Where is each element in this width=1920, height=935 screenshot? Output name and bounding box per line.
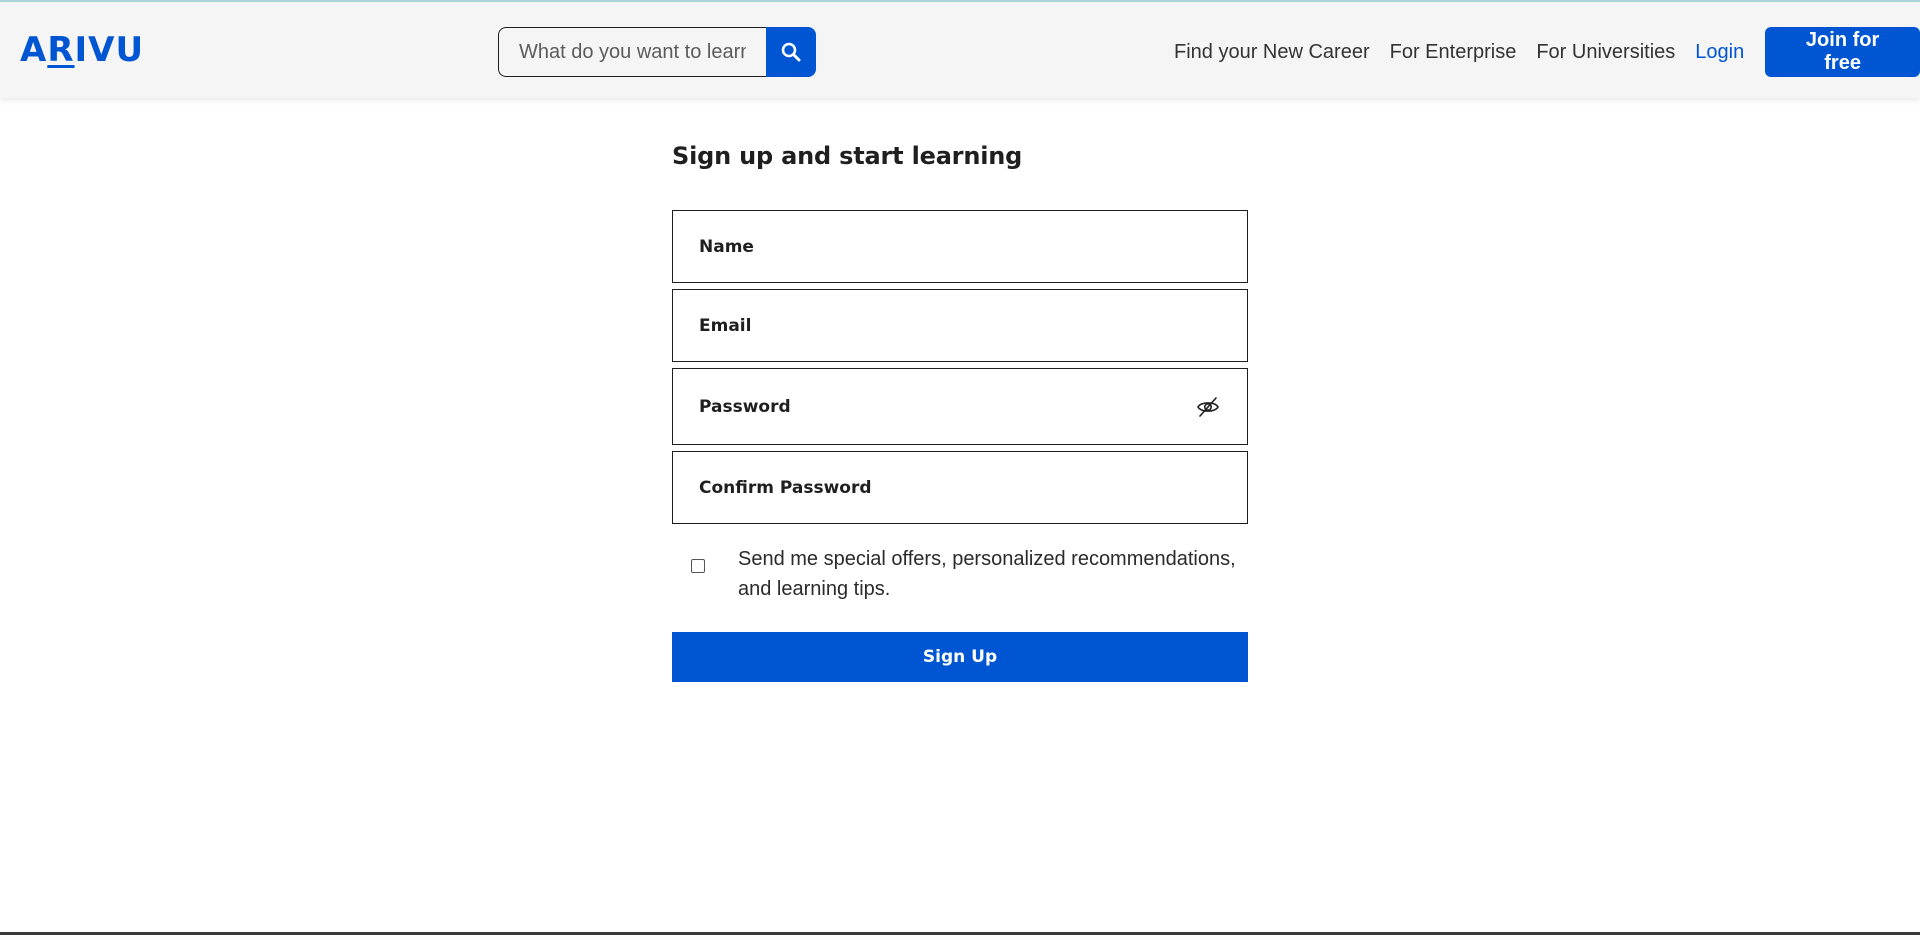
search-icon xyxy=(781,42,801,62)
nav-link-enterprise[interactable]: For Enterprise xyxy=(1390,41,1517,64)
search-button[interactable] xyxy=(766,27,816,77)
login-link[interactable]: Login xyxy=(1695,41,1744,64)
header-nav: Find your New Career For Enterprise For … xyxy=(1174,27,1920,77)
confirm-password-field[interactable]: Confirm Password xyxy=(672,451,1248,524)
confirm-password-input[interactable] xyxy=(673,452,1247,523)
email-input[interactable] xyxy=(673,290,1247,361)
eye-slash-icon xyxy=(1197,396,1219,417)
logo-text-prefix: A xyxy=(20,30,48,70)
page-title: Sign up and start learning xyxy=(672,142,1023,170)
nav-link-universities[interactable]: For Universities xyxy=(1536,41,1675,64)
search-input[interactable] xyxy=(498,27,766,77)
logo-text-underlined: R xyxy=(47,30,75,70)
marketing-consent-checkbox[interactable] xyxy=(691,559,705,573)
search-bar xyxy=(498,27,816,77)
password-field[interactable]: Password xyxy=(672,368,1248,445)
password-visibility-toggle[interactable] xyxy=(1195,394,1221,420)
signup-form: Sign up and start learning Name Email Pa… xyxy=(672,142,1248,682)
arivu-logo[interactable]: ARIVU xyxy=(20,30,144,70)
marketing-consent: Send me special offers, personalized rec… xyxy=(672,544,1248,606)
name-input[interactable] xyxy=(673,211,1247,282)
top-navbar: ARIVU Find your New Career For Enterpris… xyxy=(0,0,1920,98)
join-for-free-button[interactable]: Join for free xyxy=(1765,27,1920,77)
signup-page: ARIVU Find your New Career For Enterpris… xyxy=(0,0,1920,935)
logo-text-suffix: IVU xyxy=(74,30,145,70)
nav-link-find-career[interactable]: Find your New Career xyxy=(1174,41,1370,64)
email-field[interactable]: Email xyxy=(672,289,1248,362)
marketing-consent-label: Send me special offers, personalized rec… xyxy=(738,548,1236,600)
name-field[interactable]: Name xyxy=(672,210,1248,283)
sign-up-button[interactable]: Sign Up xyxy=(672,632,1248,682)
password-input[interactable] xyxy=(673,369,1247,444)
